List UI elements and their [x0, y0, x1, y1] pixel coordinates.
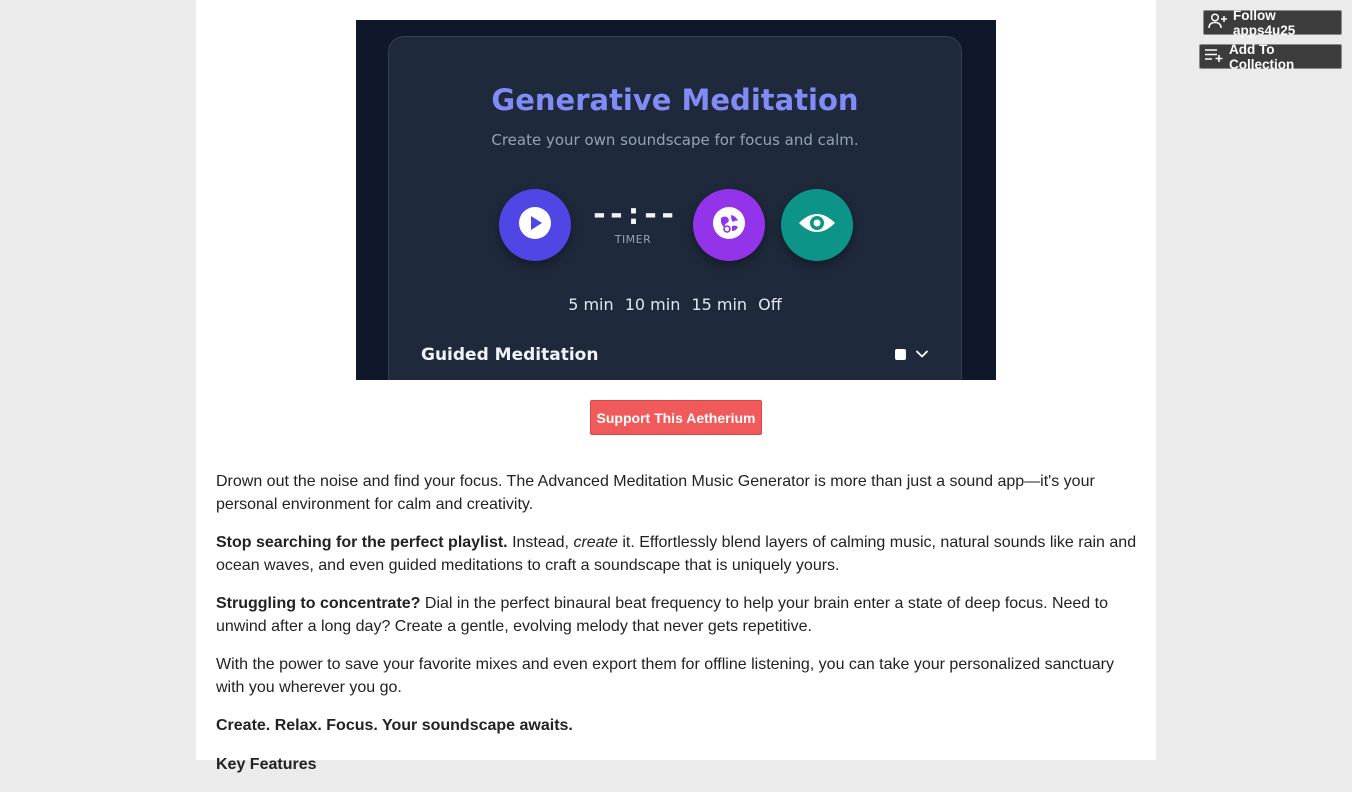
eye-icon	[797, 209, 837, 242]
globe-icon	[712, 206, 746, 245]
play-button[interactable]	[499, 189, 571, 261]
app-description: Drown out the noise and find your focus.…	[216, 471, 1141, 792]
follow-button[interactable]: Follow apps4u25	[1203, 7, 1342, 38]
description-paragraph: With the power to save your favorite mix…	[216, 656, 1114, 696]
support-button[interactable]: Support This Aetherium	[590, 400, 762, 435]
app-subtitle: Create your own soundscape for focus and…	[491, 131, 859, 149]
duration-off[interactable]: Off	[758, 295, 782, 314]
duration-options: 5 min 10 min 15 min Off	[389, 295, 961, 314]
timer: --:-- TIMER	[583, 195, 683, 246]
playlist-add-icon	[1204, 47, 1229, 66]
duration-15-min[interactable]: 15 min	[691, 295, 747, 314]
duration-10-min[interactable]: 10 min	[625, 295, 681, 314]
add-user-icon	[1208, 13, 1233, 32]
duration-5-min[interactable]: 5 min	[568, 295, 613, 314]
app-preview: Generative Meditation Create your own so…	[356, 20, 996, 380]
ambience-button[interactable]	[693, 189, 765, 261]
visualizer-button[interactable]	[781, 189, 853, 261]
main-content: Generative Meditation Create your own so…	[196, 0, 1156, 773]
collection-label: Add To Collection	[1229, 41, 1295, 72]
description-paragraph: Create. Relax. Focus. Your soundscape aw…	[216, 717, 573, 734]
follow-label: Follow apps4u25	[1233, 7, 1296, 38]
description-paragraph: Drown out the noise and find your focus.…	[216, 473, 1095, 513]
description-paragraph: Struggling to concentrate? Dial in the p…	[216, 595, 1108, 635]
app-card: Generative Meditation Create your own so…	[388, 36, 962, 380]
timer-value: --:--	[590, 197, 676, 232]
guided-meditation-checkbox[interactable]	[895, 349, 906, 360]
play-icon	[518, 206, 552, 245]
chevron-down-icon[interactable]	[915, 347, 929, 366]
add-to-collection-button[interactable]: Add To Collection	[1199, 41, 1342, 72]
guided-meditation-title: Guided Meditation	[421, 345, 599, 365]
description-paragraph: Stop searching for the perfect playlist.…	[216, 534, 1137, 574]
app-title: Generative Meditation	[491, 83, 859, 117]
key-features-heading: Key Features	[216, 755, 317, 773]
